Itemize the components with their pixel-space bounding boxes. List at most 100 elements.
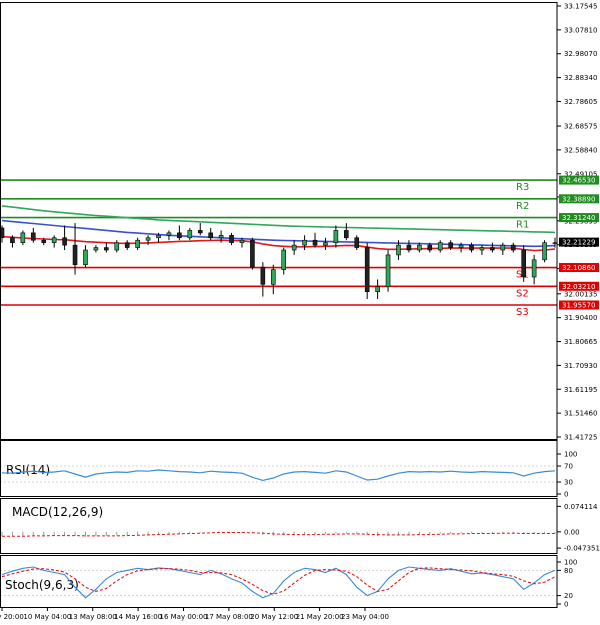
level-tag-text-s2: 32.03210 [562, 283, 595, 291]
sub-tick-label: 80 [564, 567, 573, 575]
level-name-r2: R2 [516, 201, 529, 212]
candle-body [531, 259, 537, 278]
macd-title: MACD(12,26,9) [12, 505, 103, 519]
candle-body [354, 237, 360, 248]
sub-tick-label: 0 [564, 601, 568, 609]
price-tick-label: 32.88340 [564, 74, 597, 82]
candle [385, 250, 391, 292]
candle-body [458, 244, 464, 248]
level-name-s2: S2 [516, 288, 529, 299]
price-tick-label: 31.41725 [564, 434, 597, 442]
price-tick-label: 33.17545 [564, 3, 597, 11]
candle-body [239, 239, 245, 243]
candle-body [270, 269, 276, 285]
candle-body [448, 242, 453, 248]
level-tag-text-s3: 31.95570 [562, 302, 595, 310]
candle-body [145, 237, 151, 241]
stoch-title: Stoch(9,6,3) [5, 578, 79, 592]
candle [20, 230, 26, 246]
candle-body [177, 232, 182, 239]
candle-body [218, 235, 224, 239]
candle-body [396, 244, 401, 256]
candle-body [93, 247, 99, 251]
candle-body [62, 237, 67, 246]
candle-body [344, 230, 349, 239]
candle-body [166, 232, 172, 236]
sub-tick-label: 100 [564, 559, 577, 567]
price-tick-label: 32.68575 [564, 123, 597, 131]
trading-chart[interactable]: R3R2R1S1S2S3 33.1754533.0781032.9807032.… [0, 0, 600, 625]
candle-body [333, 230, 339, 243]
candle-body [229, 235, 234, 243]
level-tag-text-r2: 32.38890 [562, 195, 595, 203]
price-tick-label: 33.07810 [564, 26, 597, 34]
candle-body [41, 239, 47, 243]
rsi-title: RSI(14) [6, 463, 50, 477]
time-tick-label: 16 May 00:00 [159, 613, 207, 621]
price-tick-label: 32.78605 [564, 98, 597, 106]
candle-body [187, 230, 193, 239]
level-name-r3: R3 [516, 182, 529, 193]
candle-body [104, 247, 109, 251]
candle-body [437, 242, 443, 251]
candle-body [479, 247, 485, 251]
current-price-text: 32.21229 [562, 239, 595, 247]
price-tick-label: 31.90400 [564, 314, 597, 322]
time-tick-label: 20 May 12:00 [250, 613, 298, 621]
candle-body [312, 239, 318, 246]
level-price-tags: 32.46530 32.38890 32.31240 32.10860 32.03210… [559, 175, 599, 310]
candle [250, 237, 255, 270]
candle-body [51, 237, 57, 243]
candle-body [135, 239, 140, 248]
candle-body [510, 244, 516, 251]
candle-body [291, 244, 297, 251]
level-tag-text-r1: 32.31240 [562, 214, 595, 222]
candle-body [31, 232, 36, 241]
sub-tick-label: -0.047351 [564, 545, 600, 553]
chart-background [0, 0, 600, 625]
sub-tick-label: 20 [564, 592, 573, 600]
candle-body [375, 286, 380, 292]
candle-body [20, 232, 26, 243]
candle-body [250, 239, 255, 268]
time-tick-label: 14 May 16:00 [114, 613, 162, 621]
sub-tick-label: 100 [564, 451, 577, 459]
candle-body [552, 242, 558, 244]
candle-body [427, 244, 433, 251]
sub-tick-label: 70 [564, 463, 573, 471]
candle [521, 245, 526, 282]
price-tick-label: 31.80665 [564, 338, 597, 346]
candle-body [385, 254, 391, 288]
time-tick-label: 23 May 04:00 [341, 613, 389, 621]
level-name-s3: S3 [516, 307, 529, 318]
candle-body [500, 244, 506, 251]
candle-body [114, 242, 120, 251]
candle-body [156, 235, 161, 239]
level-tag-text-s1: 32.10860 [562, 264, 595, 272]
level-name-r1: R1 [516, 220, 529, 231]
price-tick-label: 32.58840 [564, 146, 597, 154]
candle-body [302, 239, 307, 246]
candle-body [469, 244, 474, 251]
candle-body [83, 249, 88, 266]
time-tick-label: 21 May 20:00 [296, 613, 344, 621]
candle-body [72, 244, 78, 266]
time-tick-label: 10 May 04:00 [23, 613, 71, 621]
candle-body [281, 249, 287, 270]
sub-tick-label: 0 [564, 491, 568, 499]
sub-tick-label: 0.00 [564, 528, 580, 536]
candle-body [521, 249, 526, 278]
candle-body [406, 244, 412, 251]
candle-body [364, 247, 370, 292]
level-tag-text-r3: 32.46530 [562, 177, 595, 185]
candle-body [542, 242, 547, 261]
candle-body [323, 242, 328, 246]
candle-body [490, 247, 495, 251]
candle [364, 242, 370, 300]
price-tick-label: 32.98070 [564, 50, 597, 58]
time-tick-label: 17 May 08:00 [205, 613, 253, 621]
candle-body [197, 230, 203, 234]
time-tick-label: 13 May 08:00 [69, 613, 117, 621]
price-tick-label: 32.00135 [564, 290, 597, 298]
candle-body [208, 232, 213, 239]
